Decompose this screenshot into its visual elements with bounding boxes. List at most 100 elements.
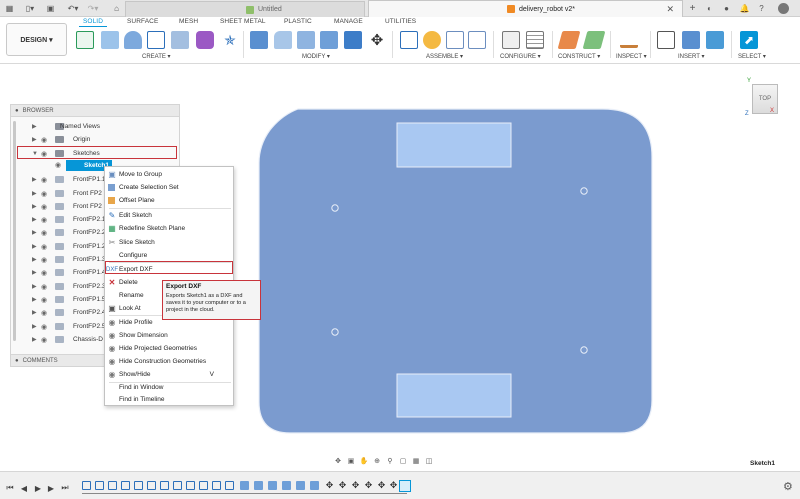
expand-arrow-icon[interactable]: ▶ bbox=[32, 323, 37, 330]
app-grid-icon[interactable]: ▦ bbox=[5, 3, 14, 14]
close-icon[interactable]: ✕ bbox=[666, 4, 674, 15]
eye-icon[interactable]: ◉ bbox=[41, 216, 47, 224]
bottom-cutout[interactable] bbox=[396, 373, 512, 418]
tab-plastic[interactable]: PLASTIC bbox=[284, 18, 312, 25]
expand-arrow-icon[interactable]: ▶ bbox=[32, 243, 37, 250]
timeline-sketch-feature[interactable] bbox=[186, 481, 195, 490]
construct-menu[interactable]: CONSTRUCT ▾ bbox=[558, 53, 600, 60]
gear-icon[interactable]: ⚙ bbox=[783, 480, 793, 493]
menu-item-hide-construction-geometries[interactable]: ◉ Hide Construction Geometries bbox=[105, 355, 233, 368]
top-cutout[interactable] bbox=[396, 122, 512, 168]
menu-item-redefine-sketch-plane[interactable]: ▦ Redefine Sketch Plane bbox=[105, 222, 233, 235]
tab-mesh[interactable]: MESH bbox=[179, 18, 198, 25]
eye-icon[interactable]: ◉ bbox=[41, 296, 47, 304]
sweep-icon[interactable] bbox=[147, 31, 165, 49]
expand-arrow-icon[interactable]: ▶ bbox=[32, 123, 37, 130]
timeline-extrude-feature[interactable] bbox=[282, 481, 291, 490]
eye-icon[interactable]: ◉ bbox=[41, 136, 47, 144]
assemble-menu[interactable]: ASSEMBLE ▾ bbox=[426, 53, 463, 60]
create-menu[interactable]: CREATE ▾ bbox=[142, 53, 171, 60]
press-pull-icon[interactable] bbox=[250, 31, 268, 49]
expand-arrow-icon[interactable]: ▶ bbox=[32, 256, 37, 263]
timeline-extrude-feature[interactable] bbox=[268, 481, 277, 490]
extensions-icon[interactable]: ● bbox=[722, 3, 731, 14]
job-status-icon[interactable]: ◐ bbox=[705, 3, 714, 14]
eye-icon[interactable]: ◉ bbox=[41, 203, 47, 211]
eye-icon[interactable]: ◉ bbox=[41, 243, 47, 251]
undo-icon[interactable]: ↶▾ bbox=[66, 3, 80, 14]
form-icon[interactable] bbox=[196, 31, 214, 49]
step-back-icon[interactable]: ◀ bbox=[20, 484, 28, 493]
configure-menu[interactable]: CONFIGURE ▾ bbox=[500, 53, 541, 60]
account-avatar[interactable] bbox=[778, 3, 789, 14]
menu-item-slice-sketch[interactable]: ✂ Slice Sketch bbox=[105, 236, 233, 249]
timeline-sketch-feature[interactable] bbox=[108, 481, 117, 490]
fillet-icon[interactable] bbox=[274, 31, 292, 49]
file-menu-icon[interactable]: ▯▾ bbox=[22, 3, 38, 14]
home-icon[interactable]: ⌂ bbox=[112, 3, 121, 14]
step-forward-icon[interactable]: ▶ bbox=[47, 484, 55, 493]
joint-icon[interactable] bbox=[423, 31, 441, 49]
go-to-end-icon[interactable]: ⏭ bbox=[61, 483, 69, 492]
expand-arrow-icon[interactable]: ▶ bbox=[32, 136, 37, 143]
timeline-sketch-feature[interactable] bbox=[134, 481, 143, 490]
viewports-icon[interactable]: ◫ bbox=[424, 456, 434, 466]
create-sketch-icon[interactable] bbox=[76, 31, 94, 49]
timeline-move-feature[interactable]: ✥ bbox=[351, 481, 360, 490]
expand-arrow-icon[interactable]: ▶ bbox=[32, 336, 37, 343]
measure-icon[interactable] bbox=[620, 36, 638, 48]
timeline-sketch-feature[interactable] bbox=[212, 481, 221, 490]
eye-icon[interactable]: ◉ bbox=[41, 190, 47, 198]
display-settings-icon[interactable]: ▢ bbox=[398, 456, 408, 466]
timeline-sketch-feature[interactable] bbox=[199, 481, 208, 490]
eye-icon[interactable]: ◉ bbox=[41, 176, 47, 184]
eye-icon[interactable]: ◉ bbox=[41, 309, 47, 317]
redo-icon[interactable]: ↷▾ bbox=[86, 3, 100, 14]
timeline-sketch-feature[interactable] bbox=[225, 481, 234, 490]
inspect-menu[interactable]: INSPECT ▾ bbox=[616, 53, 647, 60]
collapse-icon[interactable]: ● bbox=[15, 108, 19, 114]
timeline-extrude-feature[interactable] bbox=[240, 481, 249, 490]
chamfer-icon[interactable] bbox=[297, 31, 315, 49]
notifications-icon[interactable]: 🔔 bbox=[740, 3, 750, 14]
timeline-move-feature[interactable]: ✥ bbox=[377, 481, 386, 490]
menu-item-find-in-timeline[interactable]: Find in Timeline bbox=[105, 393, 233, 406]
insert-menu[interactable]: INSERT ▾ bbox=[678, 53, 704, 60]
expand-arrow-icon[interactable]: ▶ bbox=[32, 309, 37, 316]
timeline-sketch-feature[interactable] bbox=[160, 481, 169, 490]
select-menu[interactable]: SELECT ▾ bbox=[738, 53, 766, 60]
menu-item-offset-plane[interactable]: Offset Plane bbox=[105, 194, 233, 207]
timeline-move-feature[interactable]: ✥ bbox=[364, 481, 373, 490]
look-at-icon[interactable]: ▣ bbox=[346, 456, 356, 466]
shell-icon[interactable] bbox=[320, 31, 338, 49]
pattern-icon[interactable]: ✯ bbox=[221, 31, 239, 49]
configure-icon[interactable] bbox=[502, 31, 520, 49]
tab-sheet-metal[interactable]: SHEET METAL bbox=[220, 18, 266, 25]
new-tab-icon[interactable]: + bbox=[688, 3, 697, 14]
go-to-start-icon[interactable]: ⏮ bbox=[6, 483, 14, 492]
timeline-move-feature[interactable]: ✥ bbox=[389, 481, 398, 490]
timeline-sketch-feature[interactable] bbox=[121, 481, 130, 490]
eye-icon[interactable]: ◉ bbox=[41, 283, 47, 291]
insert-mesh-icon[interactable] bbox=[682, 31, 700, 49]
insert-image-icon[interactable] bbox=[706, 31, 724, 49]
expand-arrow-icon[interactable]: ▶ bbox=[32, 229, 37, 236]
expand-arrow-icon[interactable]: ▶ bbox=[32, 296, 37, 303]
revolve-icon[interactable] bbox=[124, 31, 142, 49]
modify-menu[interactable]: MODIFY ▾ bbox=[302, 53, 330, 60]
menu-item-show-hide[interactable]: ◉ Show/Hide V bbox=[105, 368, 233, 381]
expand-arrow-icon[interactable]: ▶ bbox=[32, 203, 37, 210]
box-icon[interactable] bbox=[171, 31, 189, 49]
move-icon[interactable]: ✥ bbox=[368, 31, 386, 49]
browser-item-origin[interactable]: ▶ ◉ Origin bbox=[11, 133, 179, 146]
help-icon[interactable]: ? bbox=[757, 3, 766, 14]
motion-link-icon[interactable] bbox=[468, 31, 486, 49]
configuration-table-icon[interactable] bbox=[526, 31, 544, 49]
browser-header[interactable]: ● BROWSER bbox=[11, 105, 179, 117]
timeline-sketch-feature[interactable] bbox=[95, 481, 104, 490]
zoom-window-icon[interactable]: ⚲ bbox=[385, 456, 395, 466]
tab-utilities[interactable]: UTILITIES bbox=[385, 18, 416, 25]
timeline-move-feature[interactable]: ✥ bbox=[325, 481, 334, 490]
zoom-icon[interactable]: ⊕ bbox=[372, 456, 382, 466]
eye-icon[interactable]: ◉ bbox=[41, 256, 47, 264]
